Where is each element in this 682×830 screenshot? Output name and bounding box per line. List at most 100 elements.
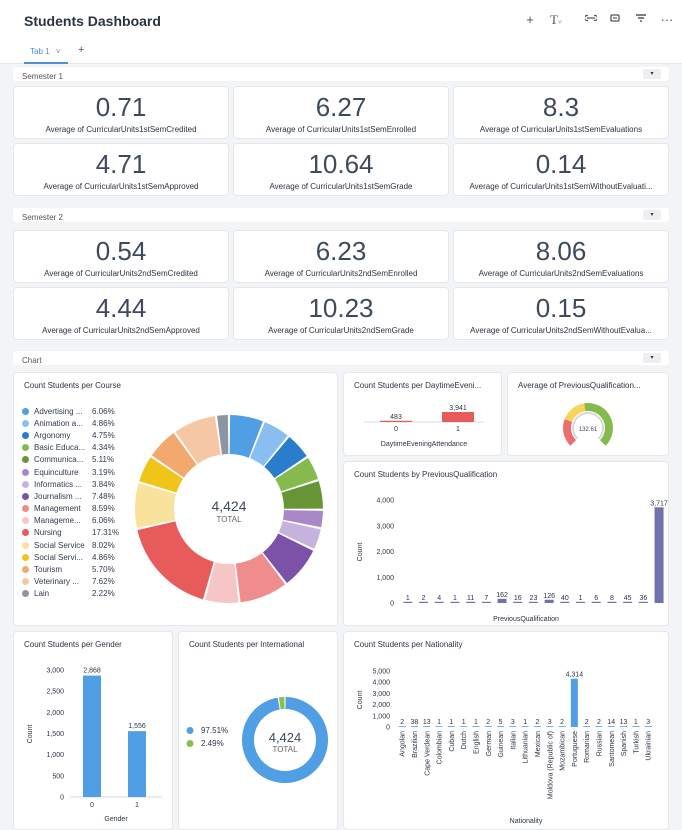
add-tab-icon[interactable]: + (78, 44, 84, 56)
bar-value-label: 3 (548, 719, 552, 726)
y-tick-label: 1,000 (376, 575, 394, 582)
kpi-card[interactable]: 8.06 Average of CurricularUnits2ndSemEval… (453, 230, 669, 283)
kpi-card[interactable]: 4.44 Average of CurricularUnits2ndSemAppr… (13, 287, 229, 340)
bar-value-label: 13 (423, 719, 431, 726)
kpi-card[interactable]: 8.3 Average of CurricularUnits1stSemEvalu… (453, 86, 669, 139)
bar (497, 598, 507, 603)
gender-bar-chart: 0 500 1,000 1,500 2,000 2,500 3,000 Count 2,868 0… (27, 668, 162, 823)
donut-total-label: TOTAL (216, 515, 242, 524)
kpi-card[interactable]: 10.23 Average of CurricularUnits2ndSemGra… (233, 287, 449, 340)
bar (521, 726, 529, 727)
add-icon[interactable]: + (522, 12, 538, 27)
x-tick-label: English (473, 731, 480, 754)
bar (583, 726, 591, 727)
kpi-card[interactable]: 4.71 Average of CurricularUnits1stSemAppr… (13, 143, 229, 196)
x-tick-label: Dutch (461, 731, 468, 749)
section-semester-2: Semester 2 ▾ (13, 208, 669, 222)
collapse-icon[interactable]: ▾ (643, 353, 661, 363)
daytime-chart-card[interactable]: Count Students per DaytimeEveni... 483 0 3… (343, 372, 502, 456)
course-chart-card[interactable]: Count Students per Course Advertising ..… (13, 372, 338, 626)
bar-value-label: 3 (646, 719, 650, 726)
link-icon[interactable] (583, 12, 599, 27)
y-tick-label: 1,500 (46, 731, 64, 738)
section-title: Chart (22, 356, 42, 365)
kpi-label: Average of CurricularUnits2ndSemCredited (44, 269, 198, 278)
bar-value-label: 2 (400, 719, 404, 726)
bar (128, 731, 146, 797)
kpi-value: 10.64 (308, 149, 374, 179)
bar-value-label: 1 (523, 719, 527, 726)
kpi-card[interactable]: 6.27 Average of CurricularUnits1stSemEnro… (233, 86, 449, 139)
bar-value-label: 23 (530, 595, 538, 602)
bar-value-label: 16 (514, 595, 522, 602)
y-axis-label: Count (357, 543, 364, 562)
kpi-label: Average of CurricularUnits2ndSemGrade (268, 326, 414, 335)
international-chart-card[interactable]: Count Students per International 4,424 TO… (178, 631, 338, 830)
y-tick-label: 2,000 (46, 710, 64, 717)
x-tick-label: Cape Verdean (424, 731, 431, 776)
bar-value-label: 1 (462, 719, 466, 726)
bar-value-label: 1 (474, 719, 478, 726)
x-axis-label: Gender (104, 816, 128, 823)
kpi-label: Average of CurricularUnits2ndSemEvaluati… (478, 269, 644, 278)
tab-1[interactable]: Tab 1 ˅ (24, 44, 68, 64)
bar (607, 726, 615, 727)
x-axis-label: DaytimeEveningAttendance (381, 441, 467, 448)
prev-qualification-bar-chart: 01,0002,0003,0004,000Count1 2 4 1 11 7 162 16 23… (357, 498, 668, 624)
kpi-card[interactable]: 0.71 Average of CurricularUnits1stSemCred… (13, 86, 229, 139)
bar-value-label: 2 (422, 595, 426, 602)
x-tick-label: Mexican (535, 731, 542, 757)
section-title: Semester 2 (22, 213, 63, 222)
collapse-icon[interactable]: ▾ (643, 210, 661, 220)
bar-value-label: 2 (486, 719, 490, 726)
y-tick-label: 0 (386, 725, 390, 732)
donut-slice (278, 697, 285, 710)
kpi-card[interactable]: 6.23 Average of CurricularUnits2ndSemEnro… (233, 230, 449, 283)
bar (644, 726, 652, 727)
bar (398, 726, 406, 727)
gender-chart-card[interactable]: Count Students per Gender 0 500 1,000 1,500… (13, 631, 173, 830)
text-format-icon[interactable]: T˅ (548, 12, 564, 28)
bar-value-label: 14 (607, 719, 615, 726)
bar (423, 726, 431, 727)
kpi-label: Average of CurricularUnits2ndSemEnrolled (264, 269, 418, 278)
chevron-down-icon[interactable]: ˅ (56, 47, 61, 56)
bar (607, 601, 617, 603)
more-icon[interactable]: ··· (659, 12, 675, 27)
course-donut-chart: 4,424TOTAL (134, 415, 323, 603)
x-tick-label: Mozambican (560, 731, 567, 771)
section-icon[interactable] (607, 12, 623, 27)
kpi-value: 8.3 (542, 92, 580, 122)
kpi-card[interactable]: 10.64 Average of CurricularUnits1stSemGra… (233, 143, 449, 196)
bar (442, 412, 474, 422)
donut-total-value: 4,424 (269, 730, 302, 745)
bar-value-label: 1,556 (128, 723, 146, 730)
filter-icon[interactable] (633, 12, 649, 27)
daytime-bar-chart: 483 0 3,941 1 DaytimeEveningAttendance (364, 405, 484, 448)
prev-qualification-gauge-card[interactable]: Average of PreviousQualification... 132.… (507, 372, 669, 456)
legend-dot-icon (186, 740, 194, 747)
kpi-card[interactable]: 0.14 Average of CurricularUnits1stSemWith… (453, 143, 669, 196)
nationality-chart-card[interactable]: Count Students per Nationality 0 1,000 2,0… (343, 631, 669, 830)
bar (638, 601, 648, 603)
bar (591, 601, 601, 603)
kpi-card[interactable]: 0.15 Average of CurricularUnits2ndSemWith… (453, 287, 669, 340)
y-tick-label: 4,000 (376, 498, 394, 505)
x-tick-label: German (486, 731, 493, 756)
x-tick-label: 0 (90, 802, 94, 809)
x-tick-label: 1 (135, 802, 139, 809)
bar-value-label: 483 (390, 414, 402, 421)
bar (447, 726, 455, 727)
bar (484, 726, 492, 727)
prev-qualification-chart-card[interactable]: Count Students by PreviousQualification … (343, 461, 669, 626)
bar-value-label: 4 (437, 595, 441, 602)
bar-value-label: 3,717 (650, 500, 668, 507)
kpi-card[interactable]: 0.54 Average of CurricularUnits2ndSemCred… (13, 230, 229, 283)
bar (558, 726, 566, 727)
bar-value-label: 3 (511, 719, 515, 726)
bar-value-label: 1 (449, 719, 453, 726)
x-tick-label: Spanish (621, 731, 628, 756)
collapse-icon[interactable]: ▾ (643, 69, 661, 79)
bar (472, 726, 480, 727)
y-tick-label: 500 (52, 773, 64, 780)
